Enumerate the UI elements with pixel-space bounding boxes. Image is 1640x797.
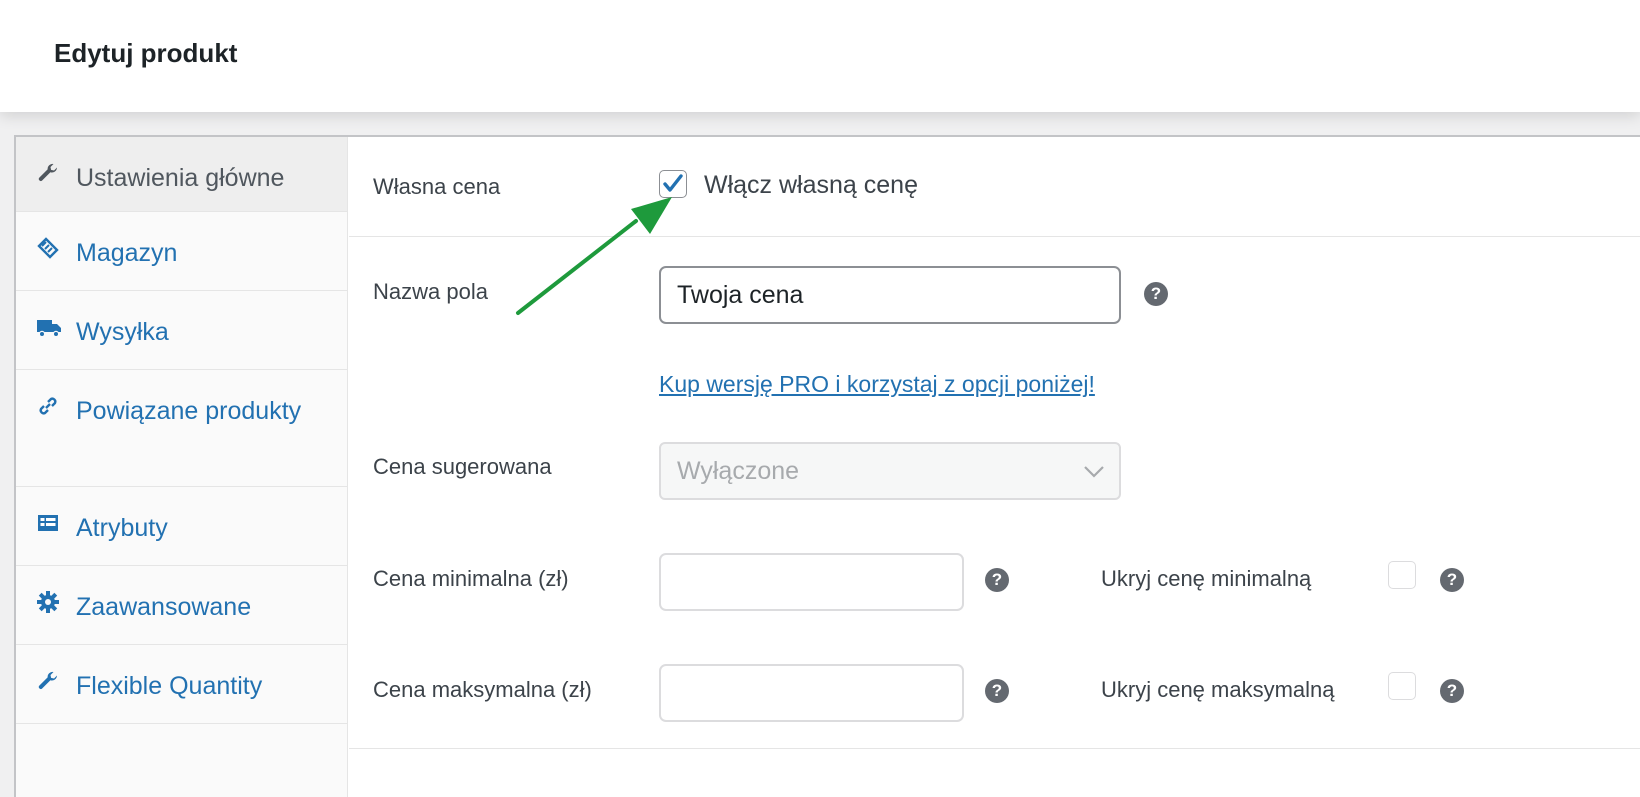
top-bar: Edytuj produkt: [0, 0, 1640, 112]
help-icon[interactable]: ?: [1440, 568, 1464, 592]
chevron-down-icon: [1084, 466, 1104, 478]
tab-linked-products[interactable]: Powiązane produkty: [16, 370, 347, 487]
tab-flexible-quantity[interactable]: Flexible Quantity: [16, 645, 347, 724]
tab-label: Wysyłka: [76, 318, 169, 346]
custom-price-checkbox[interactable]: [659, 170, 687, 198]
help-icon[interactable]: ?: [985, 679, 1009, 703]
help-icon[interactable]: ?: [1440, 679, 1464, 703]
tag-icon: [36, 236, 60, 260]
wrench-icon: [36, 161, 60, 185]
select-value: Wyłączone: [677, 457, 800, 485]
product-data-panel: Ustawienia główne Magazyn Wysyłka Powiąz…: [14, 135, 1640, 797]
custom-price-label: Własna cena: [373, 174, 501, 199]
help-icon[interactable]: ?: [985, 568, 1009, 592]
list-table-icon: [36, 511, 60, 535]
checkmark-icon: [663, 174, 683, 192]
help-icon[interactable]: ?: [1144, 282, 1168, 306]
hide-max-price-checkbox[interactable]: [1388, 672, 1416, 700]
min-price-label: Cena minimalna (zł): [373, 566, 569, 591]
suggested-price-select[interactable]: Wyłączone: [659, 442, 1121, 500]
wrench-icon: [36, 669, 60, 693]
tab-label: Flexible Quantity: [76, 672, 263, 700]
min-price-input[interactable]: [659, 553, 964, 611]
truck-icon: [36, 315, 61, 339]
suggested-price-label: Cena sugerowana: [373, 454, 552, 479]
tab-advanced[interactable]: Zaawansowane: [16, 566, 347, 645]
tab-label: Magazyn: [76, 239, 178, 267]
max-price-label: Cena maksymalna (zł): [373, 677, 592, 702]
page-title: Edytuj produkt: [54, 38, 238, 68]
tab-inventory[interactable]: Magazyn: [16, 212, 347, 291]
field-name-input[interactable]: Twoja cena: [659, 266, 1121, 324]
tab-label: Zaawansowane: [76, 593, 252, 621]
field-name-label: Nazwa pola: [373, 279, 488, 304]
custom-price-checkbox-label[interactable]: Włącz własną cenę: [704, 171, 918, 200]
tab-label: Ustawienia główne: [76, 164, 285, 192]
divider: [349, 748, 1640, 749]
product-tabs: Ustawienia główne Magazyn Wysyłka Powiąz…: [16, 137, 348, 797]
hide-max-price-label: Ukryj cenę maksymalną: [1101, 677, 1335, 702]
tab-shipping[interactable]: Wysyłka: [16, 291, 347, 370]
divider: [349, 236, 1640, 237]
tab-label: Atrybuty: [76, 514, 168, 542]
buy-pro-link[interactable]: Kup wersję PRO i korzystaj z opcji poniż…: [659, 371, 1095, 398]
max-price-input[interactable]: [659, 664, 964, 722]
hide-min-price-label: Ukryj cenę minimalną: [1101, 566, 1312, 591]
hide-min-price-checkbox[interactable]: [1388, 561, 1416, 589]
gear-icon: [36, 590, 60, 614]
tab-general[interactable]: Ustawienia główne: [16, 137, 347, 212]
general-options: Własna cena Włącz własną cenę Nazwa pola…: [349, 137, 1640, 797]
tab-label: Powiązane produkty: [76, 397, 302, 425]
tab-attributes[interactable]: Atrybuty: [16, 487, 347, 566]
